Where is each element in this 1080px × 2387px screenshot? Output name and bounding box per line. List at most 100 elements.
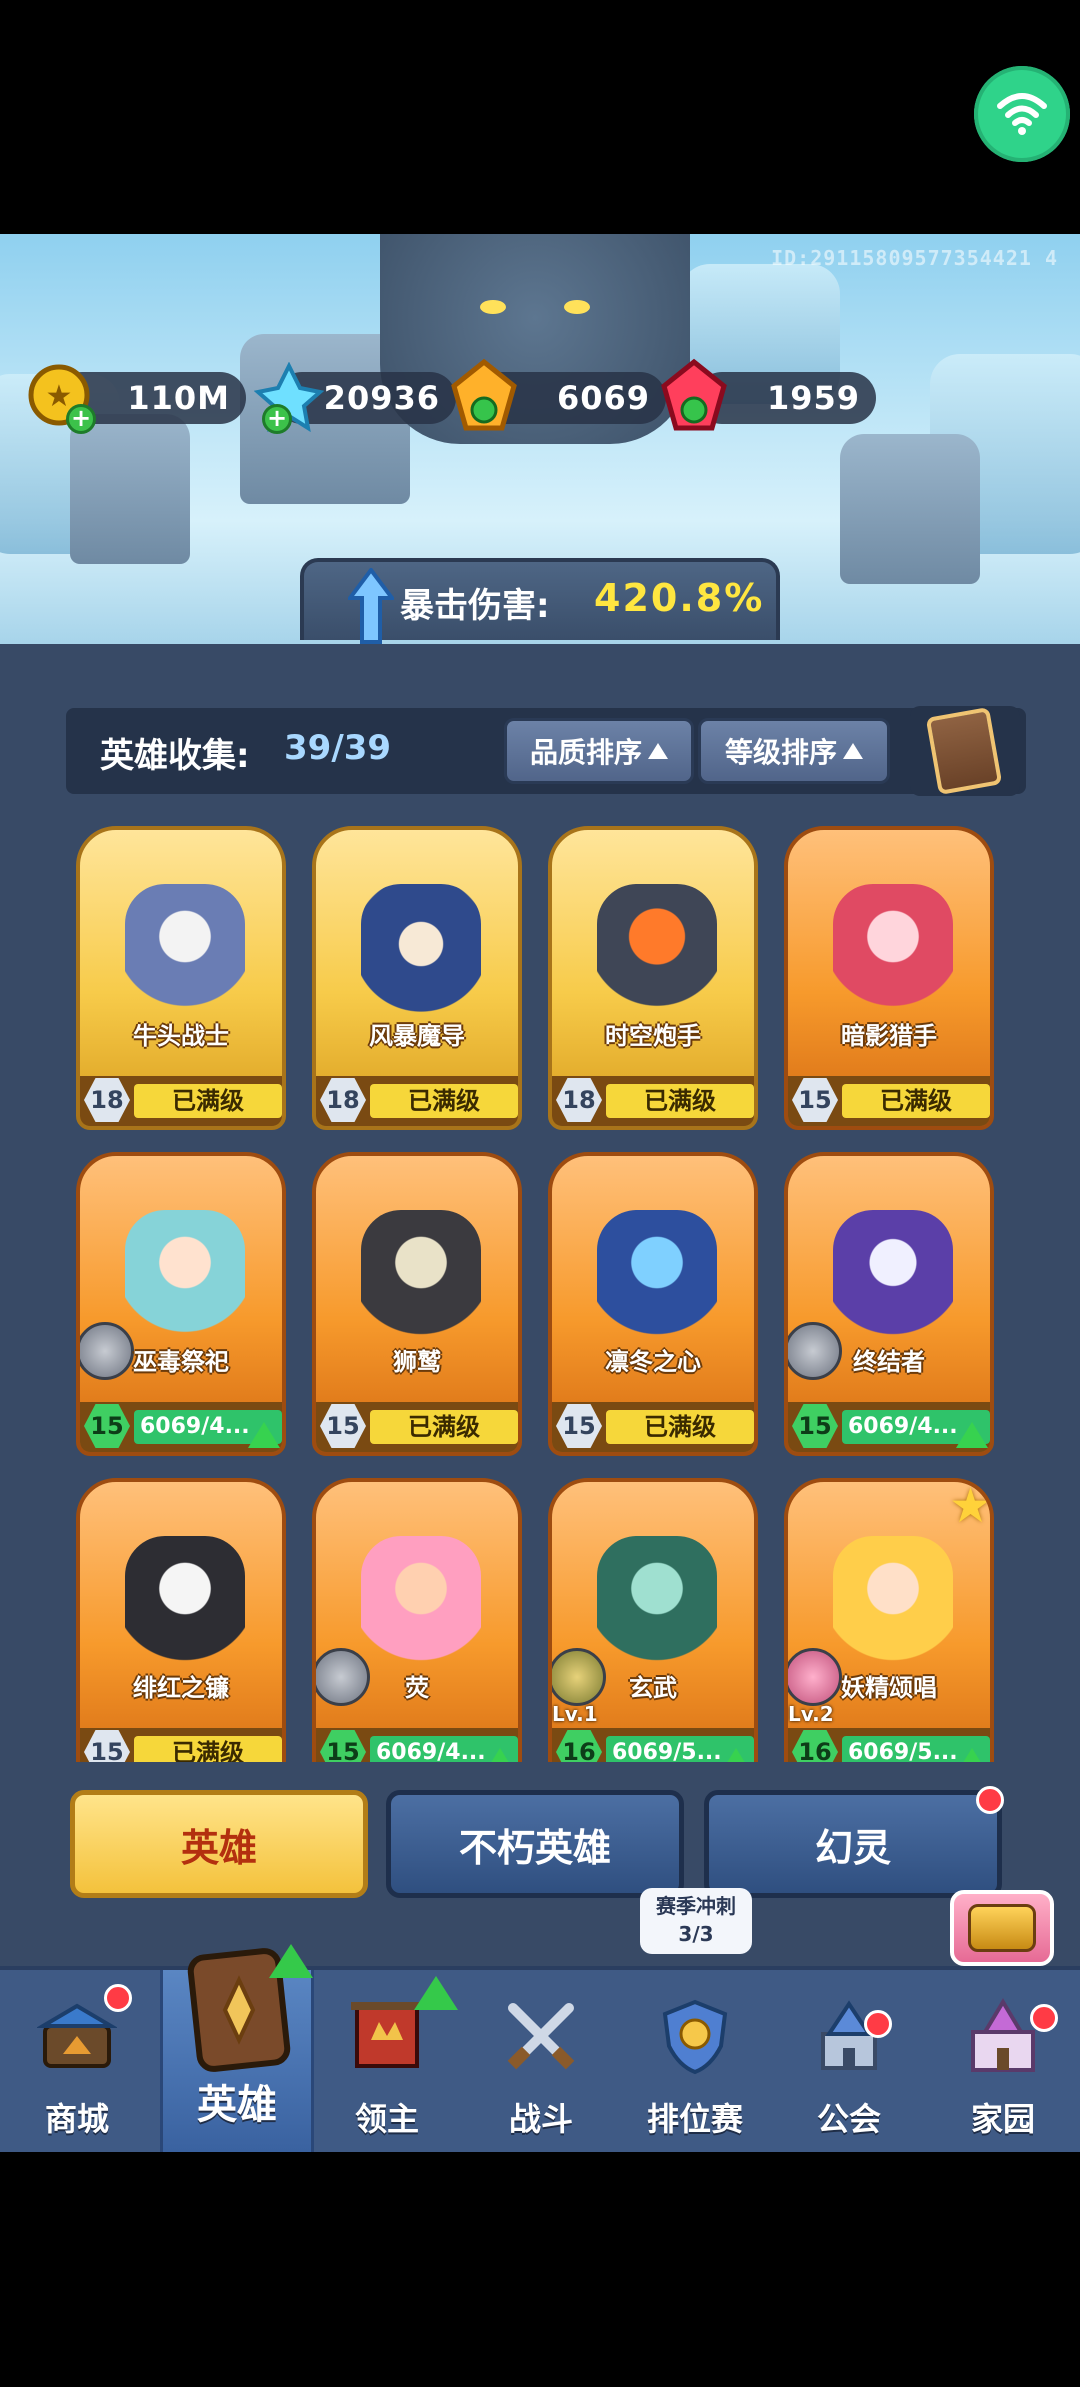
hero-status: 已满级 — [134, 1084, 282, 1118]
hero-grid: 牛头战士 18 已满级 风暴魔导 18 已满级 时空炮手 18 已满级 暗影猎手… — [76, 826, 1006, 1762]
hero-portrait — [597, 1536, 717, 1686]
card-deck-button[interactable] — [910, 706, 1020, 796]
hero-portrait — [833, 1210, 953, 1360]
upgrade-arrow-icon[interactable] — [956, 1748, 988, 1762]
nav-lord[interactable]: 领主 — [310, 1970, 464, 2152]
star-icon: ★ — [948, 1478, 992, 1534]
hero-card[interactable]: 凛冬之心 15 已满级 — [548, 1152, 758, 1456]
hero-name: 玄武 — [629, 1674, 677, 1702]
tab-heroes[interactable]: 英雄 — [70, 1790, 368, 1898]
hero-progress-text: 6069/4... — [140, 1414, 250, 1439]
notification-dot — [976, 1786, 1004, 1814]
shop-icon — [37, 2003, 117, 2068]
home-castle-icon — [971, 1998, 1035, 2072]
hero-name: 凛冬之心 — [605, 1348, 701, 1376]
chest-icon — [968, 1904, 1036, 1952]
add-crystal-icon[interactable]: + — [262, 404, 292, 434]
hero-progress-text: 6069/5... — [612, 1740, 722, 1762]
hero-card[interactable]: 风暴魔导 18 已满级 — [312, 826, 522, 1130]
hero-card[interactable]: 牛头战士 18 已满级 — [76, 826, 286, 1130]
nav-home[interactable]: 家园 — [926, 1970, 1080, 2152]
pet-level: Lv.1 — [552, 1702, 598, 1726]
nav-heroes-label: 英雄 — [197, 2082, 277, 2128]
crit-arrow-icon — [348, 568, 394, 644]
nav-ranked-label: 排位赛 — [646, 2100, 743, 2138]
season-sprint-progress: 3/3 — [678, 1922, 714, 1946]
notification-dot — [1030, 2004, 1058, 2032]
statue — [840, 434, 980, 584]
hero-card[interactable]: 暗影猎手 15 已满级 — [784, 826, 994, 1130]
add-gold-icon[interactable]: + — [66, 404, 96, 434]
hero-portrait — [833, 884, 953, 1034]
hero-card[interactable]: 巫毒祭祀 15 6069/4... — [76, 1152, 286, 1456]
sort-level-label: 等级排序 — [724, 736, 837, 769]
upgrade-arrow-icon[interactable] — [720, 1748, 752, 1762]
status-bar — [0, 0, 1080, 234]
nav-shop[interactable]: 商城 — [0, 1970, 154, 2152]
hero-portrait — [125, 884, 245, 1034]
red-gem-icon[interactable] — [654, 356, 734, 436]
nav-ranked[interactable]: 排位赛 — [618, 1970, 772, 2152]
crit-damage-bar: 暴击伤害: 420.8% — [300, 558, 780, 644]
sort-quality-button[interactable]: 品质排序 — [504, 718, 694, 784]
hero-card[interactable]: 绯红之镰 15 已满级 — [76, 1478, 286, 1762]
sort-asc-icon — [648, 743, 668, 759]
hero-portrait — [125, 1210, 245, 1360]
crit-damage-value: 420.8% — [594, 576, 765, 620]
tab-immortal-heroes[interactable]: 不朽英雄 — [386, 1790, 684, 1898]
hero-card[interactable]: 时空炮手 18 已满级 — [548, 826, 758, 1130]
hero-status: 已满级 — [370, 1084, 518, 1118]
hero-name: 终结者 — [853, 1348, 925, 1376]
hero-portrait — [597, 884, 717, 1034]
upgrade-arrow-icon — [414, 1976, 458, 2010]
hero-card[interactable]: 狮鹫 15 已满级 — [312, 1152, 522, 1456]
crit-damage-label: 暴击伤害: — [400, 586, 550, 626]
hero-card[interactable]: 终结者 15 6069/4... — [784, 1152, 994, 1456]
hero-status: 已满级 — [606, 1410, 754, 1444]
sort-asc-icon — [843, 743, 863, 759]
nav-battle[interactable]: 战斗 — [464, 1970, 618, 2152]
upgrade-arrow-icon[interactable] — [956, 1422, 988, 1448]
blue-crystal-icon[interactable]: + — [253, 361, 325, 434]
hero-status: 已满级 — [842, 1084, 990, 1118]
hero-card[interactable]: Lv.2 ★ 妖精颂唱 16 6069/5... — [784, 1478, 994, 1762]
hero-name: 荧 — [405, 1674, 429, 1702]
nav-guild-label: 公会 — [816, 2100, 881, 2138]
wifi-icon[interactable] — [974, 66, 1070, 162]
hero-name: 牛头战士 — [133, 1022, 229, 1050]
hero-name: 时空炮手 — [605, 1022, 701, 1050]
hero-portrait — [833, 1536, 953, 1686]
treasure-chest-button[interactable] — [950, 1890, 1054, 1966]
hero-name: 妖精颂唱 — [841, 1674, 937, 1702]
sort-level-button[interactable]: 等级排序 — [698, 718, 890, 784]
collection-bar: 英雄收集: 39/39 品质排序 等级排序 — [66, 708, 1026, 794]
dragon-eye — [480, 300, 506, 314]
upgrade-arrow-icon[interactable] — [248, 1422, 280, 1448]
player-id: ID:29115809577354421 4 — [771, 246, 1058, 270]
season-sprint-label: 赛季冲刺 — [656, 1894, 736, 1918]
hero-portrait — [361, 1210, 481, 1360]
nav-shop-label: 商城 — [44, 2100, 109, 2138]
nav-guild[interactable]: 公会 — [772, 1970, 926, 2152]
bottom-nav: 商城 英雄 领主 战斗 排位赛 公会 家园 — [0, 1944, 1080, 2152]
crossed-swords-icon — [507, 2003, 575, 2070]
collection-count: 39/39 — [284, 728, 392, 768]
hero-card[interactable]: Lv.1 玄武 16 6069/5... — [548, 1478, 758, 1762]
hero-card[interactable]: 荧 15 6069/4... — [312, 1478, 522, 1762]
season-sprint-bubble[interactable]: 赛季冲刺 3/3 — [640, 1888, 752, 1954]
ranked-shield-icon — [662, 1999, 728, 2075]
upgrade-arrow-icon[interactable] — [484, 1748, 516, 1762]
gold-coin-icon[interactable]: ★ + — [26, 362, 96, 434]
hero-name: 暗影猎手 — [841, 1022, 937, 1050]
hero-name: 巫毒祭祀 — [133, 1348, 229, 1376]
upgrade-arrow-icon — [269, 1944, 313, 1978]
nav-home-label: 家园 — [970, 2100, 1035, 2138]
hero-status: 已满级 — [134, 1736, 282, 1762]
pet-level: Lv.2 — [788, 1702, 834, 1726]
notification-dot — [104, 1984, 132, 2012]
nav-heroes[interactable]: 英雄 — [160, 1944, 314, 2152]
notification-dot — [864, 2010, 892, 2038]
hero-name: 狮鹫 — [393, 1348, 441, 1376]
orange-gem-icon[interactable] — [444, 356, 524, 436]
tab-phantom[interactable]: 幻灵 — [704, 1790, 1002, 1898]
